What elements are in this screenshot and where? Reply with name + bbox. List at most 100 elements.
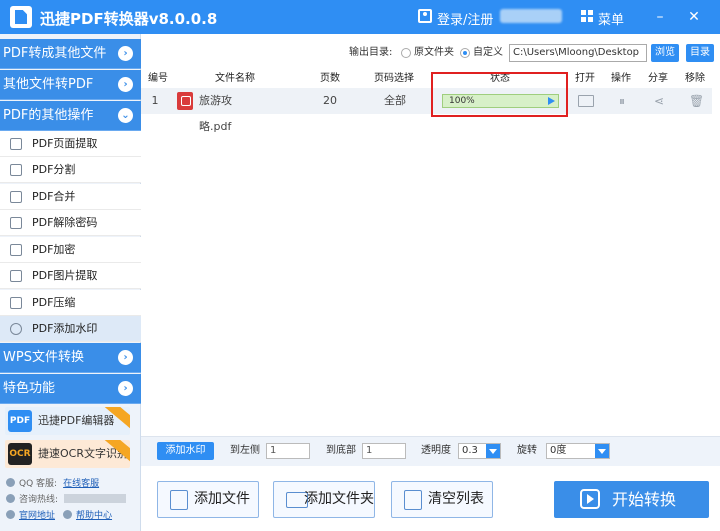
- rotate-label: 旋转: [517, 445, 537, 456]
- add-watermark-button[interactable]: 添加水印: [157, 442, 214, 460]
- app-title: 迅捷PDF转换器v8.0.0.8: [40, 10, 218, 28]
- login-link[interactable]: 登录/注册: [437, 9, 493, 28]
- compress-icon: [10, 297, 22, 309]
- sidebar-section-special[interactable]: 特色功能 ›: [0, 374, 141, 404]
- open-directory-button[interactable]: 目录: [686, 44, 714, 62]
- sidebar-section-other-to-pdf[interactable]: 其他文件转PDF ›: [0, 70, 141, 100]
- open-folder-icon[interactable]: [578, 95, 594, 107]
- sidebar-item-image-extract[interactable]: PDF图片提取: [0, 263, 141, 289]
- trash-icon[interactable]: 🗑: [689, 94, 704, 108]
- sidebar-item-unlock[interactable]: PDF解除密码: [0, 210, 141, 236]
- start-convert-button[interactable]: 开始转换: [554, 481, 709, 518]
- clear-list-label: 清空列表: [428, 491, 484, 507]
- phone-support: 咨询热线:: [6, 493, 127, 507]
- opacity-select[interactable]: 0.3: [458, 443, 501, 459]
- phone-icon: [6, 494, 15, 503]
- promo-label: 迅捷PDF编辑器: [38, 414, 115, 427]
- col-share: 分享: [648, 73, 668, 84]
- redacted-phone: [64, 494, 127, 503]
- qq-label: QQ 客服:: [19, 479, 58, 489]
- row-filename: 旅游攻略.pdf: [199, 94, 232, 133]
- sidebar-section-wps[interactable]: WPS文件转换 ›: [0, 343, 141, 373]
- bottom-offset-input[interactable]: 1: [362, 443, 406, 459]
- sidebar-section-pdf-to-other[interactable]: PDF转成其他文件 ›: [0, 39, 141, 69]
- output-dir-label: 输出目录:: [349, 47, 393, 58]
- chevron-down-icon: [595, 444, 609, 458]
- col-page-range: 页码选择: [374, 73, 414, 84]
- browse-button[interactable]: 浏览: [651, 44, 679, 62]
- chevron-right-icon: ›: [118, 350, 133, 365]
- radio-custom[interactable]: [460, 48, 470, 58]
- output-path-input[interactable]: C:\Users\Mloong\Desktop: [509, 44, 647, 62]
- unlock-icon: [10, 217, 22, 229]
- extract-icon: [10, 138, 22, 150]
- opacity-label: 透明度: [421, 445, 451, 456]
- add-folder-button[interactable]: 添加文件夹: [273, 481, 375, 518]
- sidebar-item-page-extract[interactable]: PDF页面提取: [0, 131, 141, 157]
- opacity-value: 0.3: [462, 445, 478, 456]
- item-label: PDF图片提取: [32, 269, 98, 282]
- add-file-label: 添加文件: [194, 491, 250, 507]
- trash-icon: [404, 490, 422, 510]
- clear-list-button[interactable]: 清空列表: [391, 481, 493, 518]
- left-offset-input[interactable]: 1: [266, 443, 310, 459]
- left-offset-label: 到左侧: [230, 445, 260, 456]
- chevron-down-icon: ⌄: [118, 108, 133, 123]
- sidebar-item-merge[interactable]: PDF合并: [0, 184, 141, 210]
- add-file-button[interactable]: 添加文件: [157, 481, 259, 518]
- share-icon[interactable]: ⋖: [652, 94, 666, 108]
- help-link[interactable]: 帮助中心: [76, 511, 112, 521]
- section-label: PDF转成其他文件: [3, 46, 107, 61]
- online-support-link[interactable]: 在线客服: [63, 479, 99, 489]
- status-highlight-box: [431, 72, 568, 117]
- title-bar: 迅捷PDF转换器v8.0.0.8 登录/注册 菜单 – ✕: [0, 0, 720, 34]
- pdf-editor-icon: PDF: [8, 410, 32, 432]
- app-logo-icon: [10, 6, 32, 28]
- ocr-icon: OCR: [8, 443, 32, 465]
- bottom-offset-label: 到底部: [326, 445, 356, 456]
- item-label: PDF压缩: [32, 296, 76, 309]
- item-label: PDF页面提取: [32, 137, 98, 150]
- promo-ocr[interactable]: OCR 捷速OCR文字识别: [5, 440, 130, 468]
- original-folder-label: 原文件夹: [414, 47, 454, 58]
- sidebar-item-encrypt[interactable]: PDF加密: [0, 237, 141, 263]
- sidebar-item-compress[interactable]: PDF压缩: [0, 290, 141, 316]
- sidebar-item-watermark[interactable]: PDF添加水印: [0, 316, 141, 342]
- section-label: PDF的其他操作: [3, 108, 94, 123]
- menu-icon[interactable]: [581, 10, 594, 23]
- section-label: 特色功能: [3, 381, 56, 396]
- website-link[interactable]: 官网地址: [19, 511, 55, 521]
- sidebar-item-split[interactable]: PDF分割: [0, 157, 141, 183]
- row-page-range[interactable]: 全部: [377, 88, 413, 114]
- minimize-icon[interactable]: –: [650, 7, 670, 27]
- promo-pdf-editor[interactable]: PDF 迅捷PDF编辑器: [5, 407, 130, 435]
- play-icon: [580, 489, 600, 509]
- col-remove: 移除: [685, 73, 705, 84]
- section-label: WPS文件转换: [3, 350, 84, 365]
- start-convert-label: 开始转换: [612, 490, 677, 509]
- redacted-username: [500, 9, 562, 23]
- qq-support: QQ 客服: 在线客服: [6, 477, 99, 491]
- phone-label: 咨询热线:: [19, 495, 59, 505]
- pause-icon[interactable]: ⏸: [615, 94, 629, 108]
- col-open: 打开: [575, 73, 595, 84]
- col-filename: 文件名称: [215, 73, 255, 84]
- chevron-right-icon: ›: [118, 46, 133, 61]
- lock-icon: [10, 244, 22, 256]
- section-label: 其他文件转PDF: [3, 77, 94, 92]
- add-folder-label: 添加文件夹: [304, 491, 374, 507]
- col-number: 编号: [148, 73, 168, 84]
- add-file-icon: [170, 490, 188, 510]
- row-number: 1: [151, 94, 159, 107]
- menu-button[interactable]: 菜单: [598, 9, 624, 28]
- home-icon: [6, 510, 15, 519]
- rotate-select[interactable]: 0度: [546, 443, 610, 459]
- item-label: PDF分割: [32, 163, 76, 176]
- split-icon: [10, 164, 22, 176]
- radio-original-folder[interactable]: [401, 48, 411, 58]
- chevron-right-icon: ›: [118, 381, 133, 396]
- sidebar-section-pdf-other-ops[interactable]: PDF的其他操作 ⌄: [0, 101, 141, 131]
- user-icon[interactable]: [418, 9, 432, 23]
- image-icon: [10, 270, 22, 282]
- close-icon[interactable]: ✕: [684, 7, 704, 27]
